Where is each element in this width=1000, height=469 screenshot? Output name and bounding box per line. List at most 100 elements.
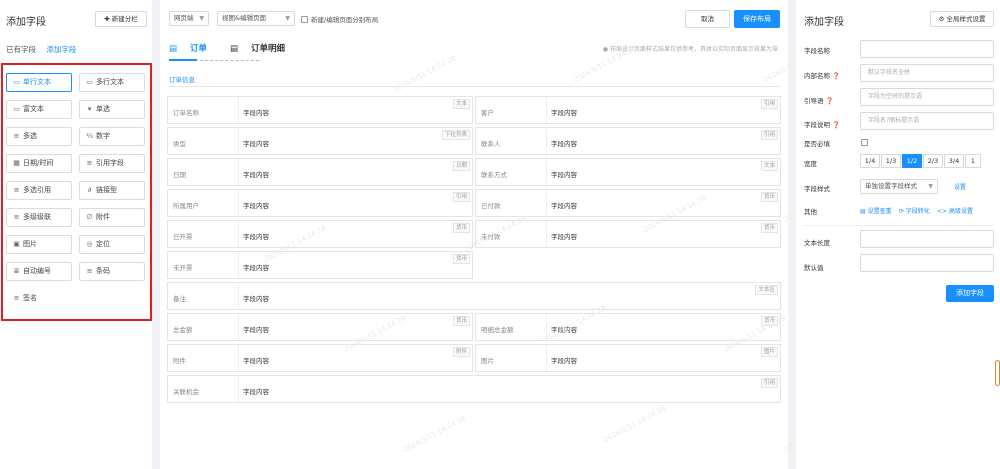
field-palette-panel: 添加字段 ✚ 新建分栏 已有字段 添加字段 ▭ 单行文本 ▭ 多行文本 ▭ 富文本 ▾ 单选 ≡… xyxy=(0,0,152,469)
layout-field[interactable]: 日期 字段内容 日期 xyxy=(167,158,473,186)
field-divider xyxy=(238,97,239,123)
guide-label: 引导语 ❓ xyxy=(804,97,834,105)
layout-field[interactable]: 客户 字段内容 引用 xyxy=(475,96,781,124)
field-type-label: 多选 xyxy=(23,132,37,140)
tab-existing-fields[interactable]: 已有字段 xyxy=(6,45,36,54)
default-value-input[interactable] xyxy=(860,254,994,272)
width-option[interactable]: 1/4 xyxy=(860,154,880,168)
field-type-item[interactable]: ▾ 单选 xyxy=(79,100,145,119)
field-type-item[interactable]: ≡ 签名 xyxy=(6,289,72,308)
internal-name-input[interactable]: 默认字段名全拼 xyxy=(860,64,994,82)
layout-field[interactable]: 未付款 字段内容 货币 xyxy=(475,220,781,248)
dedupe-settings-link[interactable]: ▤ 设置查重 xyxy=(860,208,892,215)
layout-field[interactable]: 类型 字段内容 下拉列表 xyxy=(167,127,473,155)
field-name-input[interactable] xyxy=(860,40,994,58)
scrollbar-handle[interactable] xyxy=(995,360,1000,386)
field-placeholder: 字段内容 xyxy=(243,264,269,272)
field-type-item[interactable]: ≡ 多级级联 xyxy=(6,208,72,227)
guide-input[interactable]: 字段为空时的提示语 xyxy=(860,88,994,106)
desc-input[interactable]: 字段名?图标提示语 xyxy=(860,112,994,130)
layout-field[interactable]: 联系方式 字段内容 文本 xyxy=(475,158,781,186)
layout-field[interactable]: 附件 字段内容 附件 xyxy=(167,344,473,372)
field-label: 总金额 xyxy=(173,326,193,334)
tab-add-field[interactable]: 添加字段 xyxy=(46,45,76,54)
field-type-item[interactable]: ≡ 多选 xyxy=(6,127,72,146)
help-icon: ❓ xyxy=(832,72,841,80)
field-type-label: 图片 xyxy=(23,240,37,248)
field-label: 类型 xyxy=(173,140,186,148)
field-type-item[interactable]: ≣ 自动编号 xyxy=(6,262,72,281)
field-type-item[interactable]: ∂ 链接型 xyxy=(79,181,145,200)
layout-field[interactable]: 未开票 字段内容 货币 xyxy=(167,251,473,279)
style-settings-link[interactable]: 设置 xyxy=(954,182,966,191)
field-label: 明细总金额 xyxy=(481,326,514,334)
layout-field[interactable]: 订单名称 字段内容 文本 xyxy=(167,96,473,124)
field-type-icon: ≣ xyxy=(13,267,20,275)
field-divider xyxy=(546,97,547,123)
layout-field[interactable]: 关联机会 字段内容 引用 xyxy=(167,375,781,403)
layout-field[interactable]: 备注 字段内容 文本区 xyxy=(167,282,781,310)
width-option[interactable]: 3/4 xyxy=(944,154,964,168)
field-type-icon: ▾ xyxy=(87,105,92,113)
field-divider xyxy=(238,345,239,371)
width-option[interactable]: 1/3 xyxy=(881,154,901,168)
text-length-input[interactable] xyxy=(860,230,994,248)
save-layout-button[interactable]: 保存布局 xyxy=(734,10,780,28)
field-type-item[interactable]: ▭ 多行文本 xyxy=(79,73,145,92)
tab-order-detail[interactable]: ▤ 订单明细 xyxy=(230,44,295,54)
layout-field[interactable]: 图片 字段内容 图片 xyxy=(475,344,781,372)
width-option[interactable]: 2/3 xyxy=(923,154,943,168)
field-divider xyxy=(546,128,547,154)
field-type-label: 链接型 xyxy=(96,186,117,194)
field-type-item[interactable]: ≡ 条码 xyxy=(79,262,145,281)
field-type-item[interactable]: ≡ 多选引用 xyxy=(6,181,72,200)
layout-field[interactable]: 所属用户 字段内容 引用 xyxy=(167,189,473,217)
field-type-item[interactable]: ≡ 引用字段 xyxy=(79,154,145,173)
cancel-button[interactable]: 取消 xyxy=(685,10,730,28)
advanced-settings-link[interactable]: <> 高级设置 xyxy=(937,208,973,215)
global-style-button[interactable]: ⚙ 全局样式设置 xyxy=(930,11,994,27)
required-checkbox[interactable] xyxy=(861,139,868,146)
field-type-label: 单行文本 xyxy=(23,78,51,86)
field-placeholder: 字段内容 xyxy=(243,388,269,396)
field-type-item[interactable]: ▭ 单行文本 xyxy=(6,73,72,92)
add-field-button[interactable]: 添加字段 xyxy=(946,285,994,302)
field-convert-link[interactable]: ⟳ 字段转化 xyxy=(899,208,930,215)
device-select[interactable]: 网页端 ▼ xyxy=(169,11,209,26)
field-type-item[interactable]: ∅ 附件 xyxy=(79,208,145,227)
field-type-badge: 引用 xyxy=(760,378,778,388)
other-label: 其他 xyxy=(804,208,817,216)
field-divider xyxy=(546,190,547,216)
field-type-item[interactable]: ⅔ 数字 xyxy=(79,127,145,146)
layout-field[interactable]: 已付款 字段内容 货币 xyxy=(475,189,781,217)
field-type-item[interactable]: ▭ 富文本 xyxy=(6,100,72,119)
field-type-icon: ≡ xyxy=(86,267,93,275)
mode-select[interactable]: 视图&编辑页面 ▼ xyxy=(217,11,295,26)
field-label: 所属用户 xyxy=(173,202,199,210)
split-layout-checkbox[interactable]: 新建/编辑页面分别布局 xyxy=(301,14,378,24)
layout-field[interactable]: 已开票 字段内容 货币 xyxy=(167,220,473,248)
field-type-label: 定位 xyxy=(96,240,110,248)
layout-field[interactable]: 明细总金额 字段内容 货币 xyxy=(475,313,781,341)
width-option[interactable]: 1/2 xyxy=(902,154,922,168)
field-style-select[interactable]: 单独设置字段样式 ▼ xyxy=(860,179,938,194)
field-type-badge: 图片 xyxy=(760,347,778,357)
watermark-text: 2024/5/11 14:24:28 xyxy=(402,414,468,454)
new-tab-button[interactable]: ✚ 新建分栏 xyxy=(95,11,147,27)
field-placeholder: 字段内容 xyxy=(551,171,577,179)
field-placeholder: 字段内容 xyxy=(551,109,577,117)
layout-field[interactable]: 联系人 字段内容 引用 xyxy=(475,127,781,155)
field-type-item[interactable]: ▣ 图片 xyxy=(6,235,72,254)
field-placeholder: 字段内容 xyxy=(243,140,269,148)
field-label: 图片 xyxy=(481,357,494,365)
tab-order[interactable]: ▤ 订单 xyxy=(169,44,217,54)
field-type-icon: ∂ xyxy=(87,186,92,194)
field-type-icon: ≡ xyxy=(13,213,20,221)
field-type-item[interactable]: ◎ 定位 xyxy=(79,235,145,254)
field-label: 未开票 xyxy=(173,264,193,272)
field-type-item[interactable]: ▦ 日期/时间 xyxy=(6,154,72,173)
layout-field[interactable]: 总金额 字段内容 货币 xyxy=(167,313,473,341)
width-option[interactable]: 1 xyxy=(965,154,981,168)
checkbox-box[interactable] xyxy=(301,16,308,23)
field-type-icon: ∅ xyxy=(86,213,93,221)
